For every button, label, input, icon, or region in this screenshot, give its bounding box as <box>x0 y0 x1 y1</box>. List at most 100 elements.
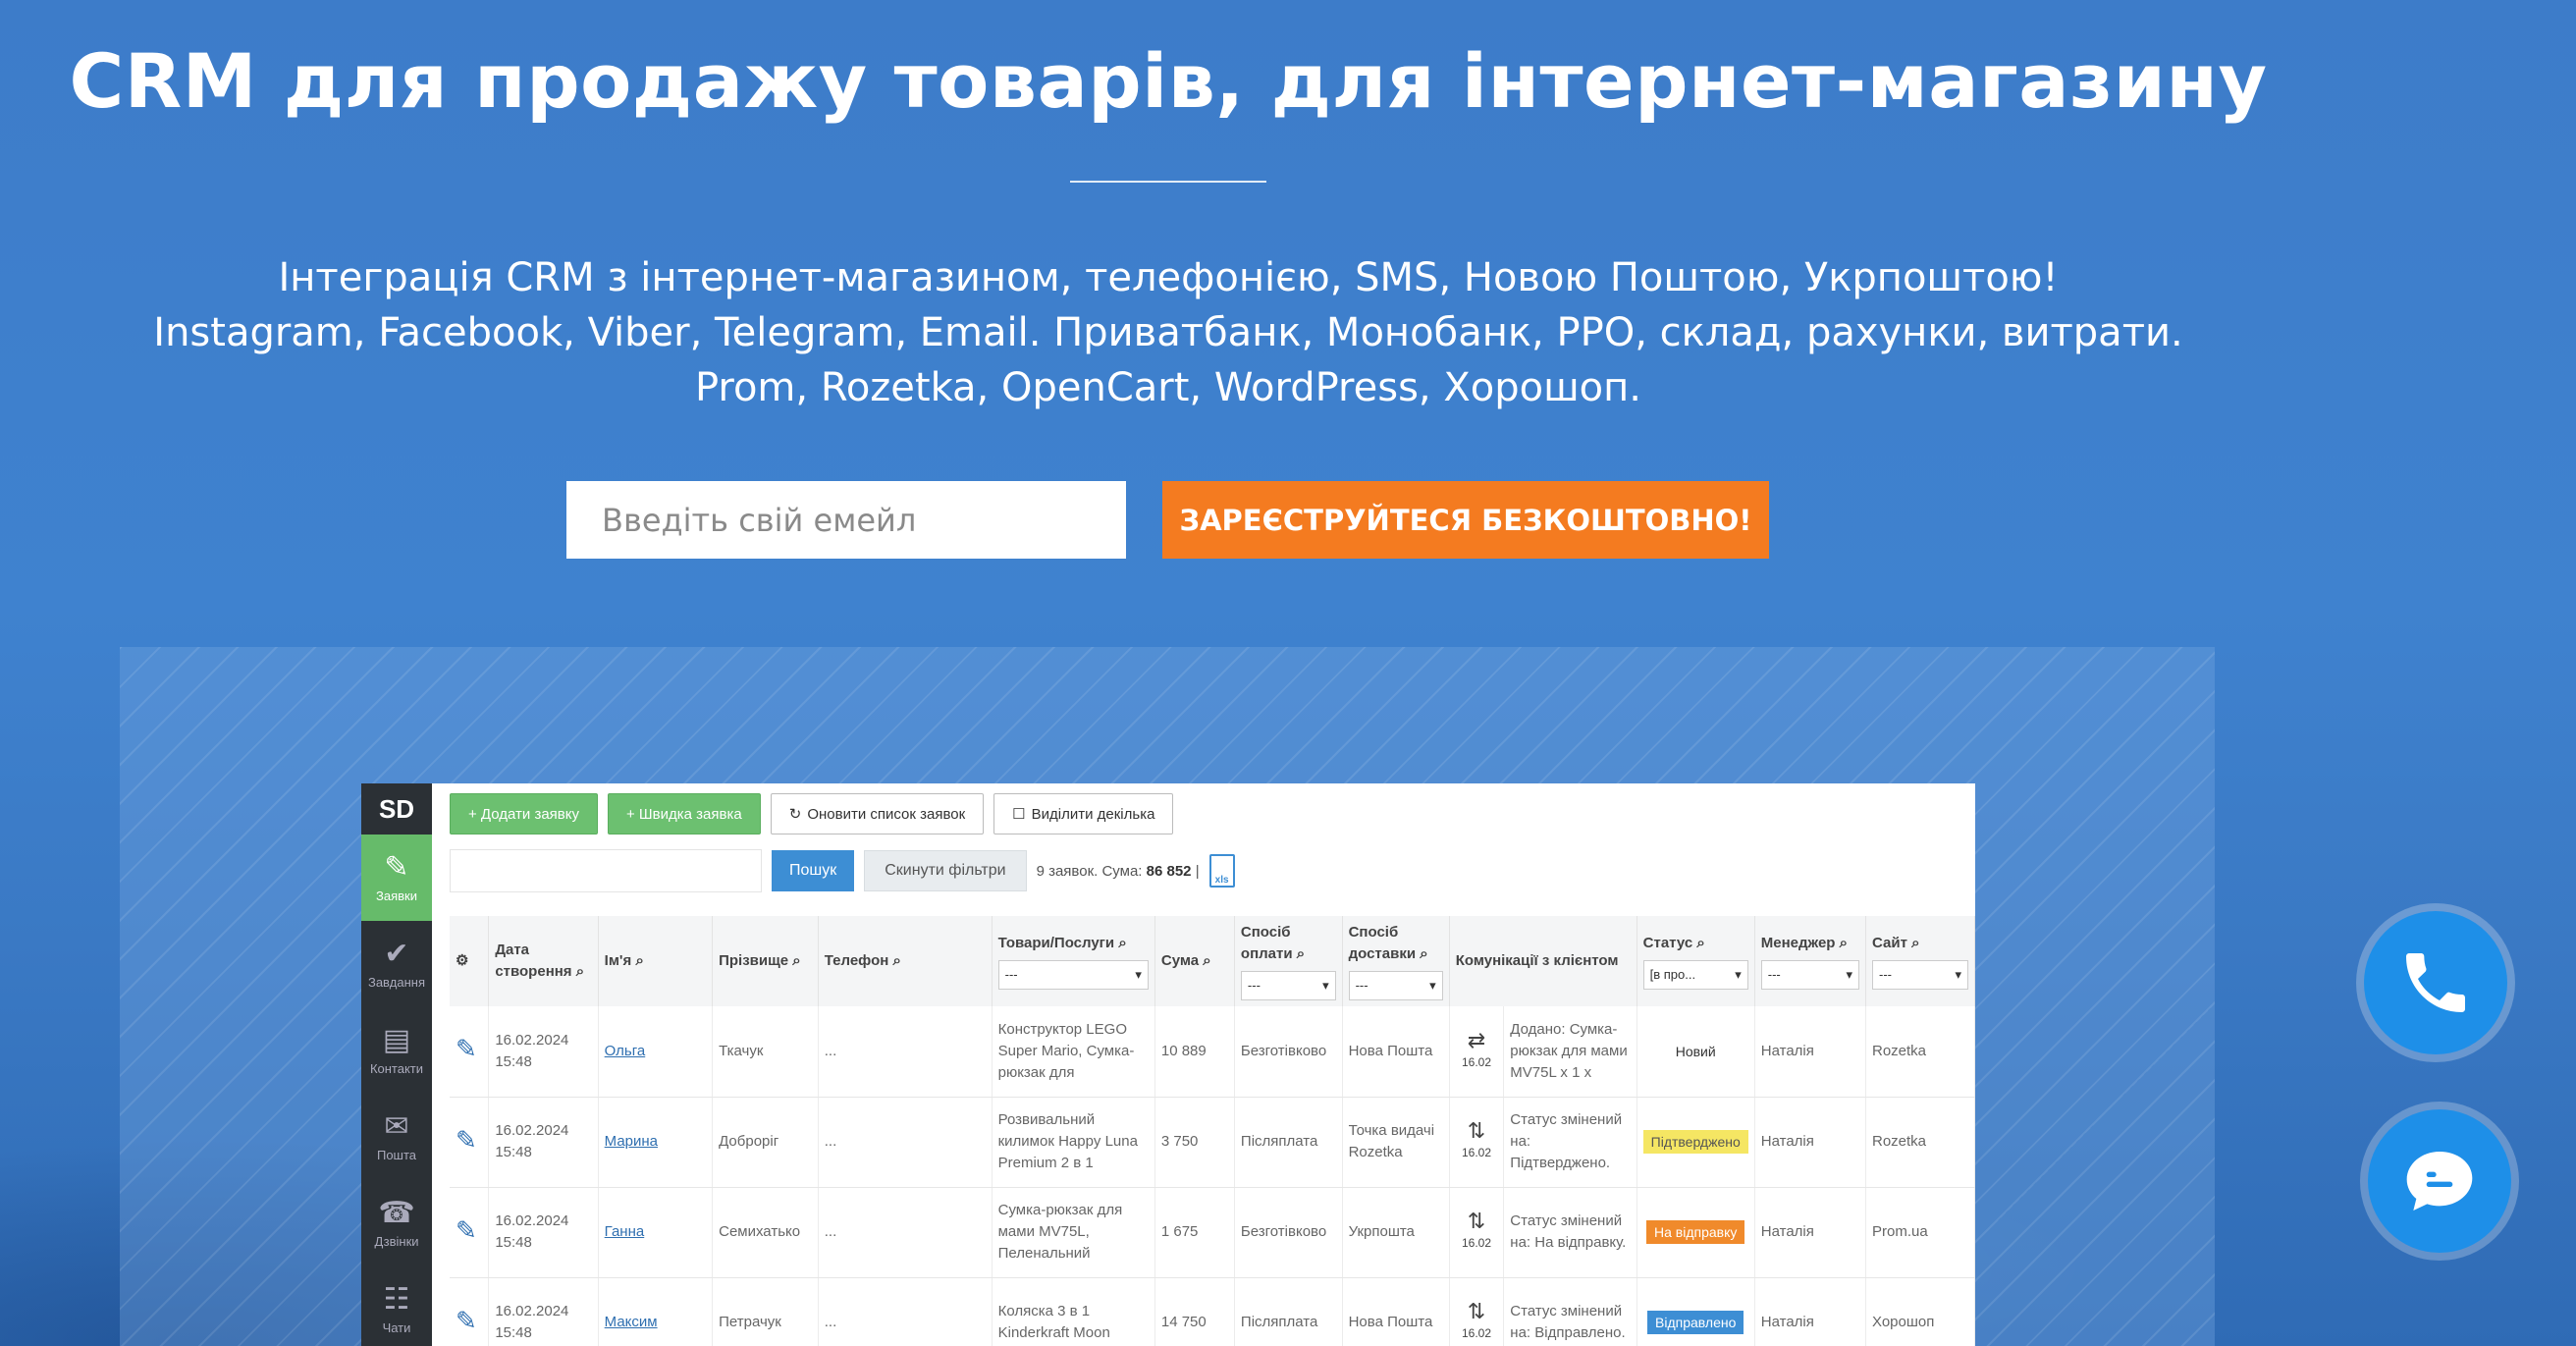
title-divider <box>1070 181 1266 183</box>
quick-order-button[interactable]: + Швидка заявка <box>608 793 761 835</box>
customer-phone: ... <box>818 1187 993 1278</box>
filter-value: [в про... <box>1649 967 1696 982</box>
filter-value: --- <box>1878 967 1892 982</box>
select-multiple-label: Виділити декілька <box>1031 805 1155 823</box>
search-icon: ⌕ <box>1839 935 1849 951</box>
delivery-filter-select[interactable]: --- ▾ <box>1348 971 1443 1000</box>
orders-table: ⚙ Дата створення ⌕ Ім'я ⌕ Прізвище ⌕ Тел… <box>450 916 1975 1346</box>
order-payment: Післяплата <box>1234 1097 1343 1188</box>
status-filter-select[interactable]: [в про... ▾ <box>1642 960 1748 990</box>
phone-icon: ☎ <box>378 1196 415 1229</box>
order-delivery: Нова Пошта <box>1342 1277 1450 1346</box>
sidebar-item-calls[interactable]: ☎ Дзвінки <box>361 1180 432 1266</box>
edit-icon[interactable]: ✎ <box>456 1215 477 1245</box>
column-label: Сайт <box>1871 935 1907 951</box>
order-time: 15:48 <box>495 1234 532 1251</box>
order-time: 15:48 <box>495 1144 532 1160</box>
sidebar-item-contacts[interactable]: ▤ Контакти <box>361 1007 432 1094</box>
column-label: Телефон <box>824 952 889 969</box>
column-manager[interactable]: Менеджер ⌕ --- ▾ <box>1754 916 1866 1006</box>
customer-phone: ... <box>818 1277 993 1346</box>
search-icon: ⌕ <box>1696 935 1705 951</box>
column-surname[interactable]: Прізвище ⌕ <box>712 916 819 1006</box>
sidebar-item-label: Дзвінки <box>374 1233 419 1249</box>
table-row[interactable]: ✎ 16.02.2024 15:48 Ганна Семихатько ... С… <box>450 1187 1975 1278</box>
comm-text: Статус змінений на: Підтверджено. <box>1503 1097 1637 1188</box>
column-sum[interactable]: Сума ⌕ <box>1154 916 1235 1006</box>
sidebar-item-tasks[interactable]: ✔ Завдання <box>361 921 432 1007</box>
status-badge: Відправлено <box>1647 1311 1744 1334</box>
order-sum: 14 750 <box>1154 1277 1235 1346</box>
refresh-label: Оновити список заявок <box>807 805 966 823</box>
excel-export-icon[interactable]: xls <box>1208 854 1235 888</box>
column-site[interactable]: Сайт ⌕ --- ▾ <box>1865 916 1975 1006</box>
site-filter-select[interactable]: --- ▾ <box>1871 960 1968 990</box>
summary-prefix: 9 заявок. Сума: <box>1036 862 1147 880</box>
column-label: Ім'я <box>604 952 632 969</box>
hero-subtitle: Інтеграція CRM з інтернет-магазином, тел… <box>0 250 2336 415</box>
edit-icon[interactable]: ✎ <box>456 1125 477 1155</box>
select-multiple-button[interactable]: ☐ Виділити декілька <box>993 793 1174 835</box>
sidebar-item-orders[interactable]: ✎ Заявки <box>361 835 432 921</box>
table-row[interactable]: ✎ 16.02.2024 15:48 Максим Петрачук ... Ко… <box>450 1277 1975 1346</box>
search-icon: ⌕ <box>1420 945 1428 962</box>
add-order-button[interactable]: + Додати заявку <box>450 793 598 835</box>
customer-surname: Доброріг <box>712 1097 819 1188</box>
reset-filters-button[interactable]: Скинути фільтри <box>864 850 1027 891</box>
search-icon: ⌕ <box>575 963 585 980</box>
email-input[interactable] <box>566 481 1126 559</box>
order-products: Конструктор LEGO Super Mario, Сумка-рюкз… <box>992 1006 1155 1098</box>
customer-name-link[interactable]: Максим <box>605 1314 658 1330</box>
order-sum: 1 675 <box>1154 1187 1235 1278</box>
subtitle-line: Prom, Rozetka, OpenCart, WordPress, Хоро… <box>694 365 1642 410</box>
edit-icon[interactable]: ✎ <box>456 1306 477 1335</box>
order-manager: Наталія <box>1754 1277 1866 1346</box>
column-created[interactable]: Дата створення ⌕ <box>488 916 599 1006</box>
order-date: 16.02.2024 <box>495 1031 569 1049</box>
sidebar-item-mail[interactable]: ✉ Пошта <box>361 1094 432 1180</box>
order-products: Сумка-рюкзак для мами MV75L, Пеленальний <box>992 1187 1155 1278</box>
sidebar-item-label: Заявки <box>376 888 417 903</box>
chevron-down-icon: ▾ <box>1429 978 1436 993</box>
table-row[interactable]: ✎ 16.02.2024 15:48 Ольга Ткачук ... Конст… <box>450 1006 1975 1098</box>
column-name[interactable]: Ім'я ⌕ <box>598 916 714 1006</box>
search-row: Пошук Скинути фільтри 9 заявок. Сума: 86… <box>450 849 1235 892</box>
search-button[interactable]: Пошук <box>772 850 855 891</box>
payment-filter-select[interactable]: --- ▾ <box>1240 971 1336 1000</box>
column-payment[interactable]: Спосіб оплати ⌕ --- ▾ <box>1234 916 1343 1006</box>
column-label: Сума <box>1160 952 1200 969</box>
filter-value: --- <box>1355 978 1368 993</box>
column-label: Менеджер <box>1760 935 1836 951</box>
chevron-down-icon: ▾ <box>1735 967 1742 982</box>
column-comms[interactable]: Комунікації з клієнтом <box>1449 916 1637 1006</box>
table-row[interactable]: ✎ 16.02.2024 15:48 Марина Доброріг ... Ро… <box>450 1097 1975 1188</box>
sidebar-item-chats[interactable]: ☷ Чати <box>361 1266 432 1346</box>
column-label: Дата створення <box>495 942 572 980</box>
settings-column[interactable]: ⚙ <box>450 916 490 1006</box>
column-products[interactable]: Товари/Послуги ⌕ --- ▾ <box>992 916 1155 1006</box>
comm-text: Статус змінений на: На відправку. <box>1503 1187 1637 1278</box>
column-delivery[interactable]: Спосіб доставки ⌕ --- ▾ <box>1342 916 1450 1006</box>
customer-name-link[interactable]: Ганна <box>605 1223 645 1240</box>
products-filter-select[interactable]: --- ▾ <box>997 960 1149 990</box>
column-status[interactable]: Статус ⌕ [в про... ▾ <box>1637 916 1755 1006</box>
register-button[interactable]: ЗАРЕЄСТРУЙТЕСЯ БЕЗКОШТОВНО! <box>1162 481 1769 559</box>
comm-date: 16.02 <box>1461 1054 1492 1069</box>
customer-phone: ... <box>818 1006 993 1098</box>
column-label: Прізвище <box>719 952 789 969</box>
chat-button[interactable] <box>2368 1109 2511 1253</box>
sort-icon: ⇅ <box>1467 1118 1486 1143</box>
call-button[interactable] <box>2364 911 2507 1054</box>
column-phone[interactable]: Телефон ⌕ <box>818 916 993 1006</box>
order-products: Коляска 3 в 1 Kinderkraft Moon <box>992 1277 1155 1346</box>
customer-name-link[interactable]: Марина <box>605 1133 658 1150</box>
chevron-down-icon: ▾ <box>1846 967 1852 982</box>
search-input[interactable] <box>450 849 762 892</box>
refresh-orders-button[interactable]: ↻ Оновити список заявок <box>770 793 985 835</box>
phone-icon <box>2406 953 2465 1012</box>
manager-filter-select[interactable]: --- ▾ <box>1760 960 1859 990</box>
order-site: Rozetka <box>1865 1097 1975 1188</box>
edit-icon[interactable]: ✎ <box>456 1034 477 1063</box>
sort-icon: ⇅ <box>1467 1209 1486 1233</box>
customer-name-link[interactable]: Ольга <box>605 1043 646 1059</box>
